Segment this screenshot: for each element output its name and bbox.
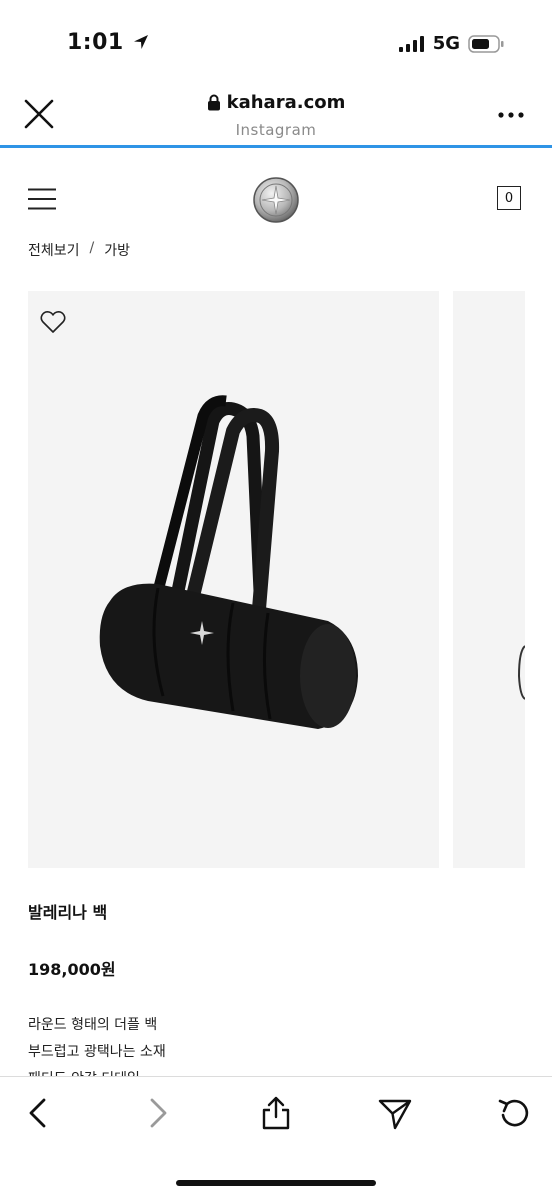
product-image-next[interactable] [453,291,525,868]
status-time: 1:01 [67,30,150,55]
status-indicators: 5G [398,33,504,54]
bag-image [99,395,358,729]
breadcrumb-all[interactable]: 전체보기 [28,240,80,260]
back-icon[interactable] [20,1095,56,1131]
cart-button[interactable]: 0 [497,186,521,210]
product-description-line: 라운드 형태의 더플 백 [28,1017,158,1033]
page-load-progress [0,145,552,148]
breadcrumb-separator: / [89,240,95,256]
location-arrow-icon [133,35,148,49]
url-subtitle: Instagram [235,121,317,139]
cart-count: 0 [504,190,514,206]
more-icon[interactable] [498,110,524,120]
menu-icon[interactable] [28,188,56,210]
forward-icon[interactable] [140,1095,176,1131]
product-description-line: 부드럽고 광택나는 소재 [28,1044,166,1060]
product-price: 198,000원 [28,960,116,979]
reload-icon[interactable] [496,1095,532,1131]
next-image-peek [517,645,525,700]
network-type: 5G [432,33,460,54]
signal-icon [398,35,424,52]
home-indicator[interactable] [176,1180,376,1186]
url-domain: kahara.com [226,92,346,113]
battery-icon [468,34,504,53]
url-bar[interactable]: kahara.com Instagram [0,92,552,139]
breadcrumb-bags[interactable]: 가방 [104,240,130,260]
heart-icon[interactable] [40,310,66,334]
logo-icon[interactable] [252,176,300,224]
send-icon[interactable] [377,1095,413,1131]
product-image[interactable] [28,291,439,868]
product-name: 발레리나 백 [28,903,108,922]
breadcrumb: 전체보기 / 가방 [28,240,130,260]
lock-icon [207,94,220,111]
share-icon[interactable] [258,1095,294,1131]
